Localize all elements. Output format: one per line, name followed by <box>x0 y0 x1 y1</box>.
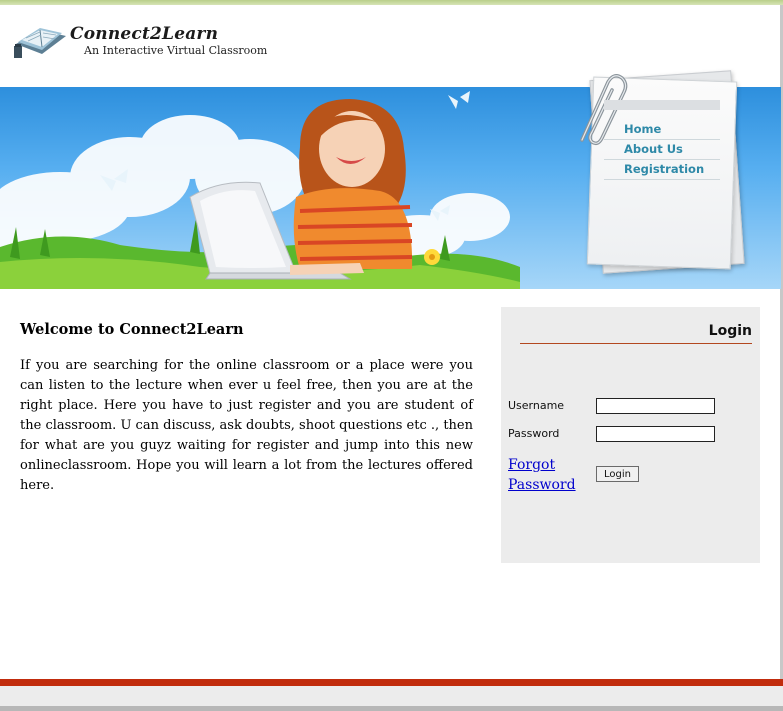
nav-header-strip <box>604 100 720 110</box>
footer <box>0 686 783 706</box>
login-panel: Login Username Password Forgot Password … <box>501 307 760 563</box>
site-tagline: An Interactive Virtual Classroom <box>84 44 268 57</box>
forgot-password-link[interactable]: Forgot Password <box>508 455 578 495</box>
butterfly-icon <box>448 91 470 109</box>
book-logo-icon <box>14 28 66 58</box>
window-bottom-edge <box>0 706 783 711</box>
site-logo[interactable]: Connect2Learn An Interactive Virtual Cla… <box>12 22 272 62</box>
login-button[interactable]: Login <box>596 466 639 482</box>
nav-item-registration[interactable]: Registration <box>604 160 720 180</box>
nav-item-about-us[interactable]: About Us <box>604 140 720 160</box>
site-name: Connect2Learn <box>70 24 219 44</box>
login-heading: Login <box>708 323 752 339</box>
top-border <box>0 0 783 5</box>
welcome-paragraph: If you are searching for the online clas… <box>20 358 473 493</box>
username-label: Username <box>508 399 565 412</box>
main-nav: Home About Us Registration <box>604 100 720 180</box>
nav-item-home[interactable]: Home <box>604 120 720 140</box>
password-label: Password <box>508 427 560 440</box>
footer-bar <box>0 679 783 686</box>
student-illustration <box>290 99 413 275</box>
password-input[interactable] <box>596 426 715 442</box>
username-input[interactable] <box>596 398 715 414</box>
welcome-heading: Welcome to Connect2Learn <box>20 321 244 338</box>
login-divider <box>520 343 752 344</box>
